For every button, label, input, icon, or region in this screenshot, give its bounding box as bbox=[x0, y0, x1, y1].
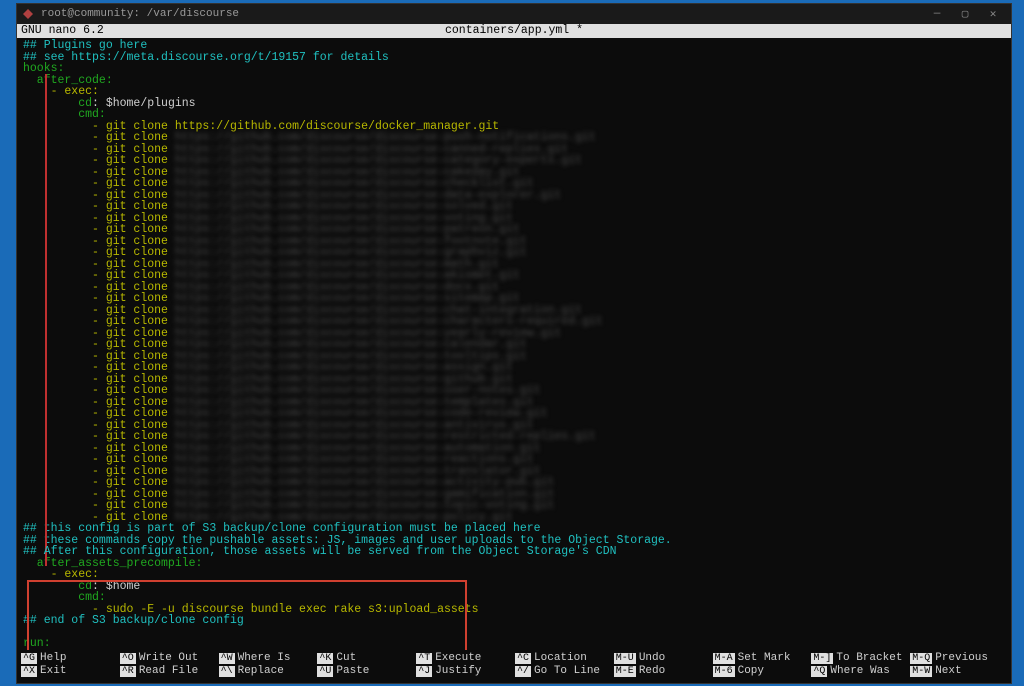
shortcut-previous[interactable]: M-QPrevious bbox=[910, 652, 1007, 664]
comment-line: ## After this configuration, those asset… bbox=[23, 546, 1005, 558]
yaml-key: hooks: bbox=[23, 63, 1005, 75]
titlebar[interactable]: root@community: /var/discourse — ▢ ✕ bbox=[17, 4, 1011, 24]
nano-shortcuts: ^GHelp^OWrite Out^WWhere Is^KCut^TExecut… bbox=[17, 650, 1011, 683]
shortcut-cut[interactable]: ^KCut bbox=[317, 652, 414, 664]
maximize-button[interactable]: ▢ bbox=[951, 7, 979, 21]
shortcut-write-out[interactable]: ^OWrite Out bbox=[120, 652, 217, 664]
shortcut-undo[interactable]: M-UUndo bbox=[614, 652, 711, 664]
shortcut-copy[interactable]: M-6Copy bbox=[713, 665, 810, 677]
yaml-key: after_assets_precompile: bbox=[23, 558, 1005, 570]
shortcut-replace[interactable]: ^\Replace bbox=[219, 665, 316, 677]
shortcut-next[interactable]: M-WNext bbox=[910, 665, 1007, 677]
yaml-list: - exec: bbox=[23, 569, 1005, 581]
shortcut-go-to-line[interactable]: ^/Go To Line bbox=[515, 665, 612, 677]
terminal-window: root@community: /var/discourse — ▢ ✕ GNU… bbox=[16, 3, 1012, 684]
comment-line: ## this config is part of S3 backup/clon… bbox=[23, 523, 1005, 535]
margin-indicator bbox=[45, 74, 47, 566]
shortcut-justify[interactable]: ^JJustify bbox=[416, 665, 513, 677]
shortcut-to-bracket[interactable]: M-]To Bracket bbox=[811, 652, 908, 664]
comment-line: ## end of S3 backup/clone config bbox=[23, 615, 1005, 627]
shortcut-redo[interactable]: M-ERedo bbox=[614, 665, 711, 677]
yaml-key: after_code: bbox=[23, 75, 1005, 87]
shortcut-exit[interactable]: ^XExit bbox=[21, 665, 118, 677]
minimize-button[interactable]: — bbox=[923, 8, 951, 20]
shortcut-set-mark[interactable]: M-ASet Mark bbox=[713, 652, 810, 664]
editor-name: GNU nano 6.2 bbox=[21, 24, 221, 38]
comment-line: ## see https://meta.discourse.org/t/1915… bbox=[23, 52, 1005, 64]
shortcut-where-was[interactable]: ^QWhere Was bbox=[811, 665, 908, 677]
app-icon bbox=[21, 7, 35, 21]
shortcut-where-is[interactable]: ^WWhere Is bbox=[219, 652, 316, 664]
window-title: root@community: /var/discourse bbox=[41, 8, 239, 20]
yaml-key: run: bbox=[23, 638, 1005, 650]
editor-content[interactable]: ## Plugins go here ## see https://meta.d… bbox=[17, 38, 1011, 650]
editor-filename: containers/app.yml * bbox=[221, 24, 807, 38]
shortcut-execute[interactable]: ^TExecute bbox=[416, 652, 513, 664]
shortcut-read-file[interactable]: ^RRead File bbox=[120, 665, 217, 677]
close-button[interactable]: ✕ bbox=[979, 7, 1007, 21]
comment-line: ## Plugins go here bbox=[23, 40, 1005, 52]
nano-header: GNU nano 6.2 containers/app.yml * bbox=[17, 24, 1011, 38]
yaml-key: cmd: bbox=[23, 592, 1005, 604]
shortcut-location[interactable]: ^CLocation bbox=[515, 652, 612, 664]
shortcut-help[interactable]: ^GHelp bbox=[21, 652, 118, 664]
git-clone-list: - git clone https://github.com/discourse… bbox=[23, 132, 1005, 523]
shortcut-paste[interactable]: ^UPaste bbox=[317, 665, 414, 677]
